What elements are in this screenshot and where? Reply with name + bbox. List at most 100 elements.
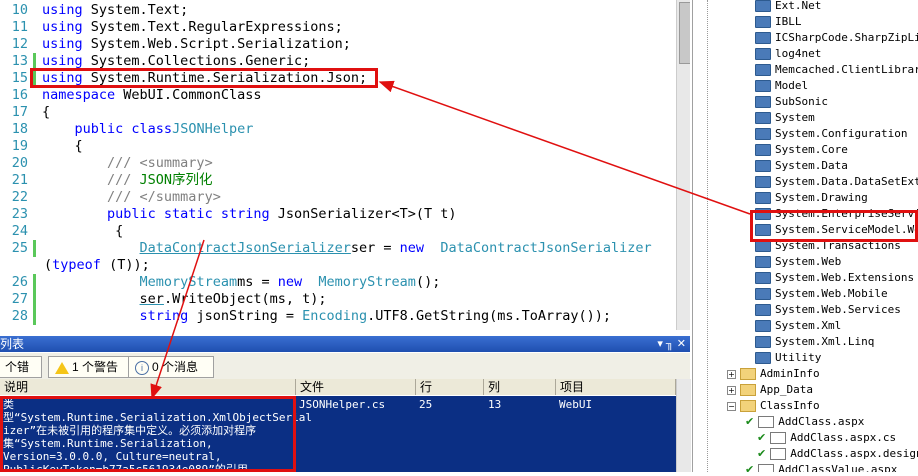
warnings-tab[interactable]: 1 个警告 [48,356,134,378]
code-text: public static string JsonSerializer<T>(T… [42,206,457,223]
error-project: WebUI [559,398,593,411]
collapse-icon[interactable]: − [727,402,736,411]
reference-icon [755,32,771,44]
column-column[interactable]: 列 [484,379,556,395]
code-text: using System.Text; [42,2,188,19]
solution-item-label: Utility [775,351,822,364]
solution-item[interactable]: Model [755,78,808,94]
reference-icon [755,224,771,236]
column-description[interactable]: 说明 [0,379,296,395]
solution-item-label: System.Data [775,159,848,172]
line-number: 22 [11,189,28,205]
solution-item[interactable]: System.Drawing [755,190,868,206]
solution-item[interactable]: Utility [755,350,821,366]
error-list-scrollbar[interactable] [676,379,691,472]
messages-tab[interactable]: i0 个消息 [128,356,214,378]
code-token: JsonSerializer<T>(T t) [277,206,457,222]
line-number: 13 [11,53,28,69]
solution-item[interactable]: System.Xml.Linq [755,334,874,350]
solution-item[interactable]: log4net [755,46,821,62]
solution-item[interactable]: System [755,110,815,126]
code-token: using [42,53,83,69]
solution-item-label: ICSharpCode.SharpZipLib [775,31,918,44]
solution-item[interactable]: System.Xml [755,318,841,334]
code-line: 10 using System.Text; [0,2,676,19]
solution-item[interactable]: System.EnterpriseServices [755,206,918,222]
reference-icon [755,144,771,156]
change-marker [33,308,36,325]
solution-item-label: AddClass.aspx.designer.cs [790,447,918,460]
solution-item[interactable]: Memcached.ClientLibrary [755,62,918,78]
file-icon [758,416,775,428]
solution-item[interactable]: + AdminInfo [727,366,820,382]
solution-item-label: System.Data.DataSetExtensions [775,175,918,188]
column-line[interactable]: 行 [416,379,484,395]
change-marker [33,70,36,87]
solution-item[interactable]: System.Web.Extensions [755,270,914,286]
line-number: 25 [11,240,28,256]
error-row[interactable]: 类 型“System.Runtime.Serialization.XmlObje… [0,396,676,476]
solution-item[interactable]: IBLL [755,14,802,30]
solution-item[interactable]: ✔ AddClass.aspx.designer.cs [757,446,918,462]
code-text: MemoryStreamms = new MemoryStream(); [42,274,441,291]
reference-icon [755,256,771,268]
solution-item[interactable]: System.Configuration [755,126,907,142]
solution-item[interactable]: SubSonic [755,94,828,110]
error-list-header: 说明 文件 行 列 项目 [0,379,676,395]
expand-icon[interactable]: + [727,370,736,379]
code-token: jsonString = [196,308,303,324]
solution-item[interactable]: System.Data.DataSetExtensions [755,174,918,190]
error-list-filter-tabs: 个错误 1 个警告 i0 个消息 [0,353,690,394]
code-editor[interactable]: 10 using System.Text; 11 using System.Text.… [0,0,690,330]
reference-icon [755,336,771,348]
error-description: 类 型“System.Runtime.Serialization.XmlObje… [3,398,313,476]
solution-item[interactable]: System.Data [755,158,848,174]
errors-tab[interactable]: 个错误 [0,356,42,394]
editor-vertical-scrollbar[interactable] [676,0,690,330]
code-token: Encoding [302,308,368,324]
code-line: 25 DataContractJsonSerializerser = new D… [0,240,676,257]
change-marker [33,274,36,291]
line-number: 19 [11,138,28,154]
solution-item[interactable]: + App_Data [727,382,813,398]
solution-item-label: Model [775,79,809,92]
solution-explorer: Ext.Net IBLL ICSharpCode.SharpZipLib log4ne… [692,0,918,472]
reference-icon [755,0,771,12]
solution-item[interactable]: ✔ AddClassValue.aspx [745,462,897,472]
solution-item[interactable]: ✔ AddClass.aspx.cs [757,430,896,446]
solution-item[interactable]: ICSharpCode.SharpZipLib [755,30,918,46]
scrollbar-thumb[interactable] [679,2,690,64]
solution-item-label: System.Drawing [775,191,868,204]
solution-item-label: System.Web [775,255,842,268]
solution-item[interactable]: − ClassInfo [727,398,820,414]
column-file[interactable]: 文件 [296,379,416,395]
error-list-title: 列表 [0,337,25,351]
code-line: 26 MemoryStreamms = new MemoryStream(); [0,274,676,291]
expand-icon[interactable]: + [727,386,736,395]
solution-item[interactable]: ✔ AddClass.aspx [745,414,864,430]
solution-item[interactable]: System.Web.Mobile [755,286,888,302]
code-token: using [42,2,83,18]
code-line: 21 /// JSON序列化 [0,172,676,189]
file-icon [770,432,787,444]
solution-item[interactable]: System.Web [755,254,841,270]
checked-in-icon: ✔ [757,431,767,444]
error-list-titlebar: 列表 ▾ ╖ ✕ [0,336,690,352]
solution-item[interactable]: System.ServiceModel.Web [755,222,918,238]
error-file: JSONHelper.cs [299,398,386,411]
solution-item[interactable]: Ext.Net [755,0,821,14]
reference-icon [755,352,771,364]
line-number: 16 [11,87,28,103]
code-token: /// <summary> [107,155,213,171]
solution-item[interactable]: System.Core [755,142,848,158]
solution-item[interactable]: System.Transactions [755,238,901,254]
titlebar-buttons[interactable]: ▾ ╖ ✕ [657,336,686,352]
solution-item-label: log4net [775,47,822,60]
solution-item[interactable]: System.Web.Services [755,302,901,318]
column-project[interactable]: 项目 [556,379,676,395]
code-line: 15 using System.Runtime.Serialization.Jso… [0,70,676,87]
line-number: 18 [11,121,28,137]
